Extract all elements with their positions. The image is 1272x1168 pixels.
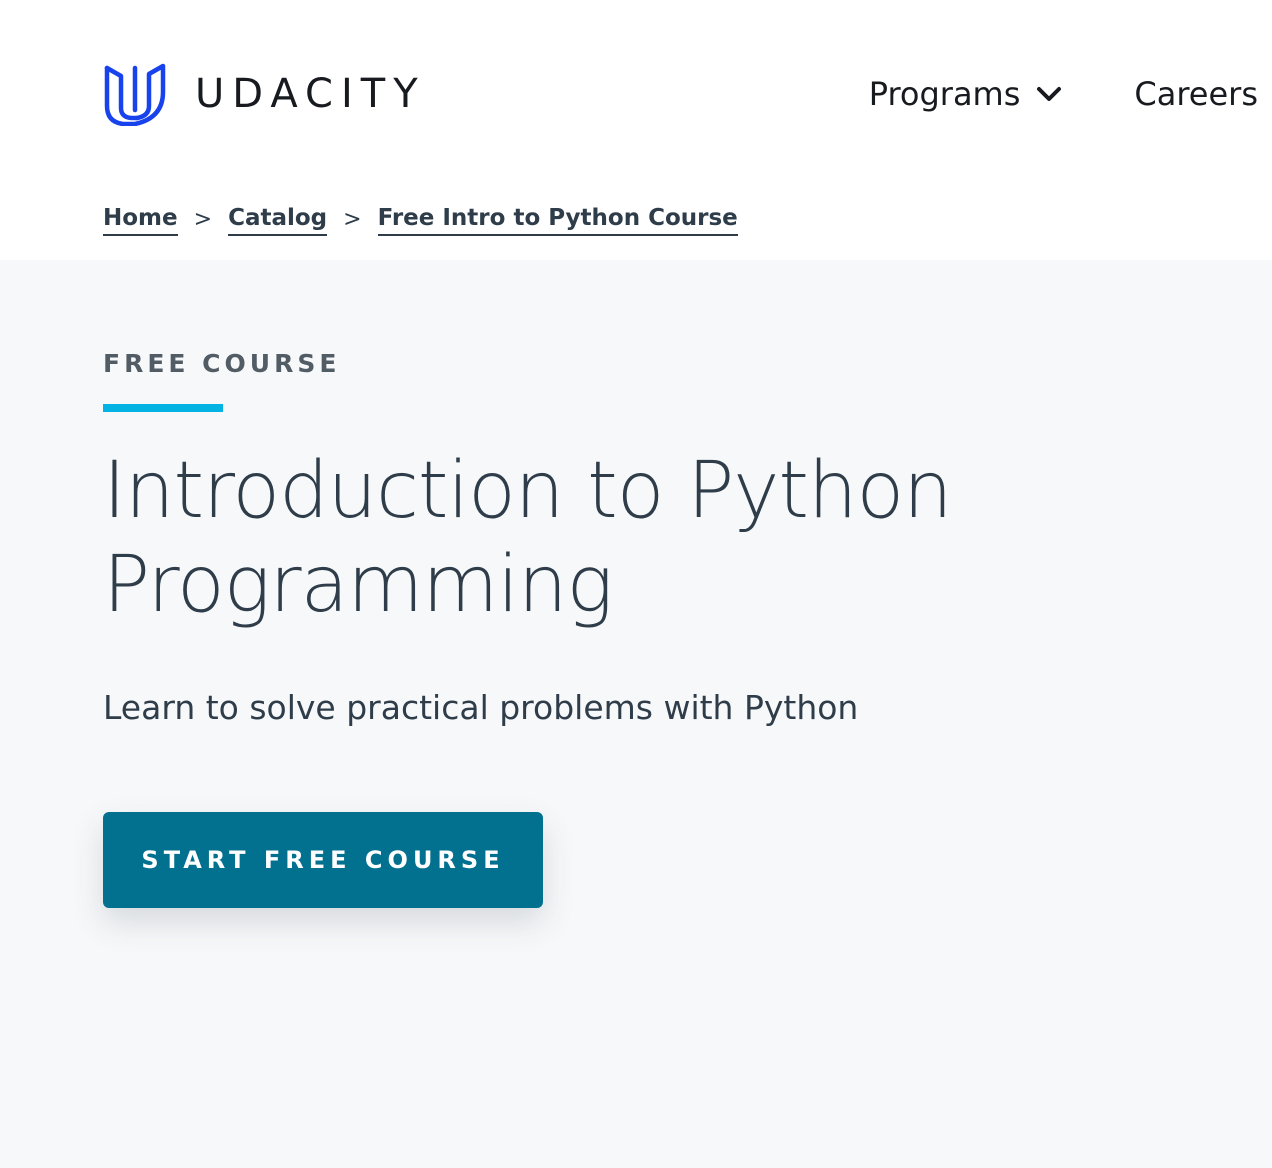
chevron-down-icon [1037, 87, 1062, 101]
brand-wordmark: UDACITY [195, 71, 426, 117]
nav-item-label: Programs [868, 75, 1021, 113]
page: UDACITY Programs Careers Home > Catalog … [0, 0, 1272, 1168]
breadcrumb-separator: > [193, 206, 213, 232]
breadcrumb-course-link[interactable]: Free Intro to Python Course [377, 203, 738, 236]
nav-item-careers[interactable]: Careers [1134, 74, 1258, 114]
site-header: UDACITY Programs Careers Home > Catalog … [0, 0, 1272, 260]
breadcrumb-home-link[interactable]: Home [103, 203, 178, 236]
course-hero: FREE COURSE Introduction to Python Progr… [0, 260, 1272, 1168]
page-title: Introduction to Python Programming [103, 446, 953, 630]
udacity-logo-link[interactable]: UDACITY [103, 62, 426, 126]
course-type-label: FREE COURSE [103, 349, 341, 378]
breadcrumb-catalog-link[interactable]: Catalog [228, 203, 328, 236]
nav-item-label: Careers [1134, 75, 1258, 113]
breadcrumb-separator: > [343, 206, 362, 232]
nav-item-programs[interactable]: Programs [869, 74, 1063, 114]
udacity-u-logo-icon [104, 63, 166, 126]
breadcrumb: Home > Catalog > Free Intro to Python Co… [103, 202, 738, 236]
main-nav: Programs Careers [869, 74, 1258, 114]
start-free-course-button[interactable]: START FREE COURSE [103, 812, 543, 908]
accent-divider [103, 404, 223, 412]
course-subtitle: Learn to solve practical problems with P… [103, 688, 859, 727]
